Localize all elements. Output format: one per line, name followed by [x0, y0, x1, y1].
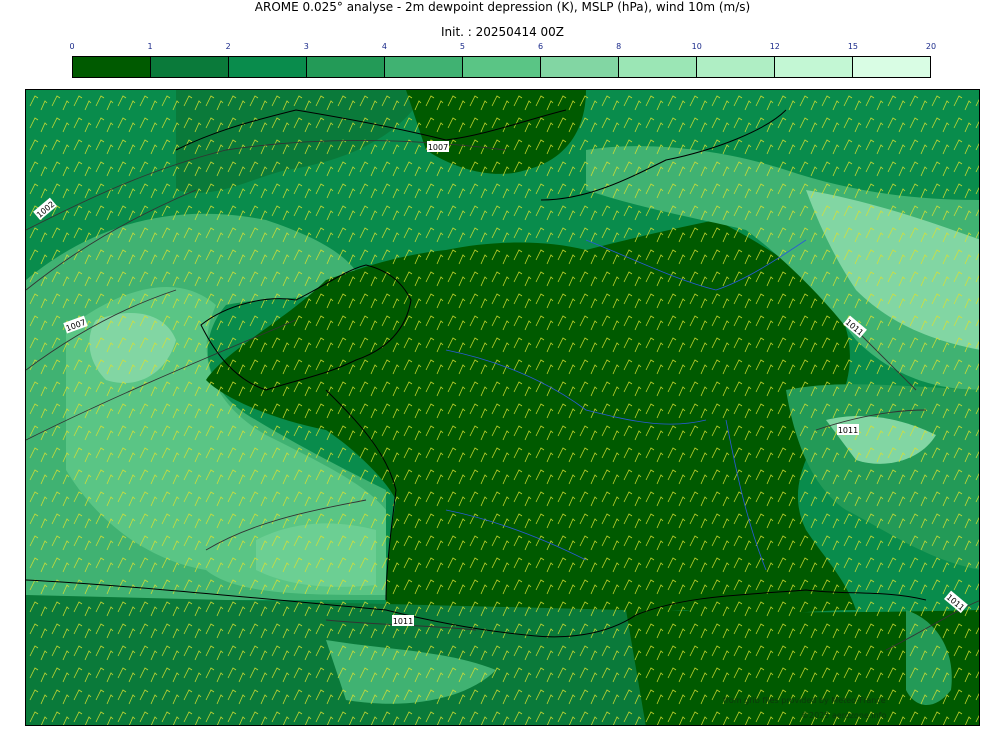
colorbar-tick-label: 20: [925, 42, 937, 51]
colorbar-tick-label: 0: [69, 42, 75, 51]
map-panel: 1007 1002 1007 1011 1011 1011 1011 from …: [25, 89, 980, 726]
colorbar-tick-label: 2: [225, 42, 231, 51]
isobar-label: 1011: [837, 424, 859, 435]
colorbar-segment: [697, 57, 775, 77]
colorbar-segment: [619, 57, 697, 77]
isobar-label-text: 1011: [838, 426, 858, 435]
isobar-label: 1007: [427, 141, 449, 152]
colorbar-tick-label: 3: [303, 42, 309, 51]
colorbar-segment: [775, 57, 853, 77]
colorbar-tick-label: 10: [691, 42, 702, 51]
colorbar-tick-label: 12: [769, 42, 780, 51]
credit-source: from grib files provided by Meteo-France: [723, 696, 886, 705]
colorbar: [72, 56, 931, 78]
wind-barbs: [26, 90, 979, 725]
isobar-label-text: 1007: [428, 143, 448, 152]
colorbar-tick-label: 6: [537, 42, 544, 51]
colorbar-tick-label: 8: [616, 42, 622, 51]
colorbar-segment: [463, 57, 541, 77]
colorbar-segment: [853, 57, 930, 77]
init-time: Init. : 20250414 00Z: [440, 25, 565, 39]
colorbar-tick-label: 1: [147, 42, 153, 51]
chart-title: AROME 0.025° analyse - 2m dewpoint depre…: [254, 0, 751, 14]
colorbar-tick-label: 4: [381, 42, 387, 51]
isobar-label-text: 1011: [393, 617, 413, 626]
colorbar-segment: [385, 57, 463, 77]
map-svg: 1007 1002 1007 1011 1011 1011 1011: [26, 90, 979, 725]
colorbar-segment: [73, 57, 151, 77]
colorbar-segment: [151, 57, 229, 77]
isobar-label: 1011: [392, 615, 414, 626]
colorbar-segment: [307, 57, 385, 77]
colorbar-tick-label: 15: [847, 42, 858, 51]
colorbar-segment: [229, 57, 307, 77]
colorbar-segment: [541, 57, 619, 77]
credit-site: ©2025 aerozone.info: [801, 711, 887, 720]
colorbar-tick-label: 5: [459, 42, 465, 51]
